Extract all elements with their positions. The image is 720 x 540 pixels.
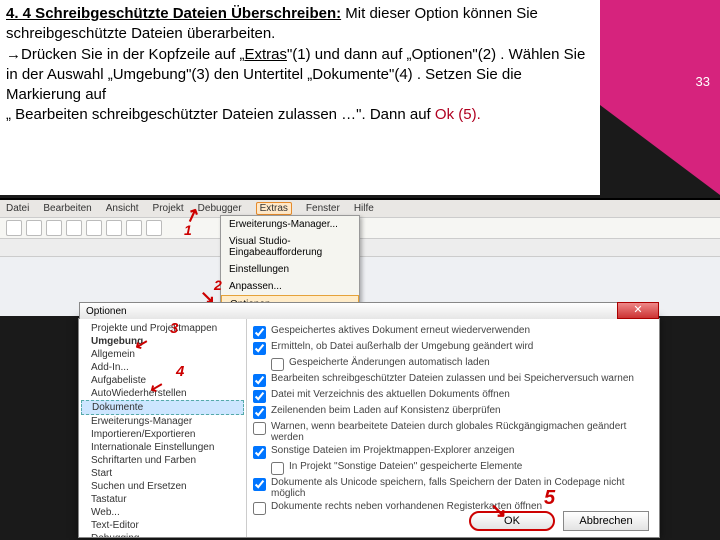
checkbox[interactable]: [271, 358, 284, 371]
tree-dokumente[interactable]: Dokumente: [81, 400, 244, 415]
option-row: Gespeichertes aktives Dokument erneut wi…: [253, 325, 653, 339]
option-row: Ermitteln, ob Datei außerhalb der Umgebu…: [253, 341, 653, 355]
annotation-arrow-5: ↘: [490, 498, 507, 523]
option-label: In Projekt "Sonstige Dateien" gespeicher…: [289, 461, 522, 472]
option-label: Ermitteln, ob Datei außerhalb der Umgebu…: [271, 341, 533, 352]
checkbox[interactable]: [253, 422, 266, 435]
tree-umgebung[interactable]: Umgebung: [81, 335, 244, 348]
toolbar-btn[interactable]: [106, 220, 122, 236]
option-row: Sonstige Dateien im Projektmappen-Explor…: [253, 445, 653, 459]
annotation-number-2: 2: [214, 277, 222, 293]
toolbar-btn[interactable]: [126, 220, 142, 236]
option-label: Zeilenenden beim Laden auf Konsistenz üb…: [271, 405, 501, 416]
checkbox[interactable]: [253, 390, 266, 403]
checkbox[interactable]: [253, 478, 266, 491]
option-label: Gespeicherte Änderungen automatisch lade…: [289, 357, 490, 368]
options-checkboxes: Gespeichertes aktives Dokument erneut wi…: [247, 319, 659, 537]
heading: 4. 4 Schreibgeschützte Dateien Überschre…: [6, 5, 341, 22]
toolbar-btn[interactable]: [86, 220, 102, 236]
menu-extras[interactable]: Extras: [256, 202, 292, 215]
ide-screenshot: Datei Bearbeiten Ansicht Projekt Debugge…: [0, 198, 720, 316]
option-row: Zeilenenden beim Laden auf Konsistenz üb…: [253, 405, 653, 419]
options-tree: Projekte und Projektmappen Umgebung Allg…: [79, 319, 247, 537]
menu-item[interactable]: Anpassen...: [221, 278, 359, 295]
option-label: Dokumente als Unicode speichern, falls S…: [271, 477, 653, 499]
option-label: Bearbeiten schreibgeschützter Dateien zu…: [271, 373, 634, 384]
option-row: In Projekt "Sonstige Dateien" gespeicher…: [271, 461, 653, 475]
ide-menubar: Datei Bearbeiten Ansicht Projekt Debugge…: [0, 200, 720, 217]
checkbox[interactable]: [253, 446, 266, 459]
checkbox[interactable]: [253, 406, 266, 419]
option-label: Sonstige Dateien im Projektmappen-Explor…: [271, 445, 514, 456]
checkbox[interactable]: [253, 342, 266, 355]
checkbox[interactable]: [253, 374, 266, 387]
toolbar-btn[interactable]: [26, 220, 42, 236]
ide-toolbar: [0, 217, 720, 239]
extras-menu-popup: Erweiterungs-Manager... Visual Studio-Ei…: [220, 215, 360, 315]
option-label: Gespeichertes aktives Dokument erneut wi…: [271, 325, 530, 336]
option-label: Warnen, wenn bearbeitete Dateien durch g…: [271, 421, 653, 443]
cancel-button[interactable]: Abbrechen: [563, 511, 649, 531]
toolbar-btn[interactable]: [66, 220, 82, 236]
option-label: Datei mit Verzeichnis des aktuellen Doku…: [271, 389, 510, 400]
toolbar-btn[interactable]: [6, 220, 22, 236]
toolbar-btn[interactable]: [46, 220, 62, 236]
annotation-number-1: 1: [184, 222, 192, 238]
checkbox[interactable]: [253, 326, 266, 339]
checkbox[interactable]: [271, 462, 284, 475]
toolbar-btn[interactable]: [146, 220, 162, 236]
annotation-number-3: 3: [170, 320, 178, 337]
menu-item[interactable]: Einstellungen: [221, 261, 359, 278]
ok-button[interactable]: OK: [469, 511, 555, 531]
menu-item[interactable]: Visual Studio-Eingabeaufforderung: [221, 233, 359, 261]
checkbox[interactable]: [253, 502, 266, 515]
menu-item[interactable]: Erweiterungs-Manager...: [221, 216, 359, 233]
instruction-text: 4. 4 Schreibgeschützte Dateien Überschre…: [6, 4, 596, 126]
option-row: Warnen, wenn bearbeitete Dateien durch g…: [253, 421, 653, 443]
option-row: Bearbeiten schreibgeschützter Dateien zu…: [253, 373, 653, 387]
page-number: 33: [696, 74, 710, 89]
annotation-number-5: 5: [544, 487, 555, 510]
option-row: Datei mit Verzeichnis des aktuellen Doku…: [253, 389, 653, 403]
annotation-number-4: 4: [176, 363, 184, 380]
option-row: Gespeicherte Änderungen automatisch lade…: [271, 357, 653, 371]
close-icon[interactable]: ✕: [617, 302, 659, 319]
options-dialog: Optionen ✕ Projekte und Projektmappen Um…: [78, 318, 660, 538]
option-row: Dokumente als Unicode speichern, falls S…: [253, 477, 653, 499]
dialog-titlebar: Optionen: [79, 302, 659, 319]
